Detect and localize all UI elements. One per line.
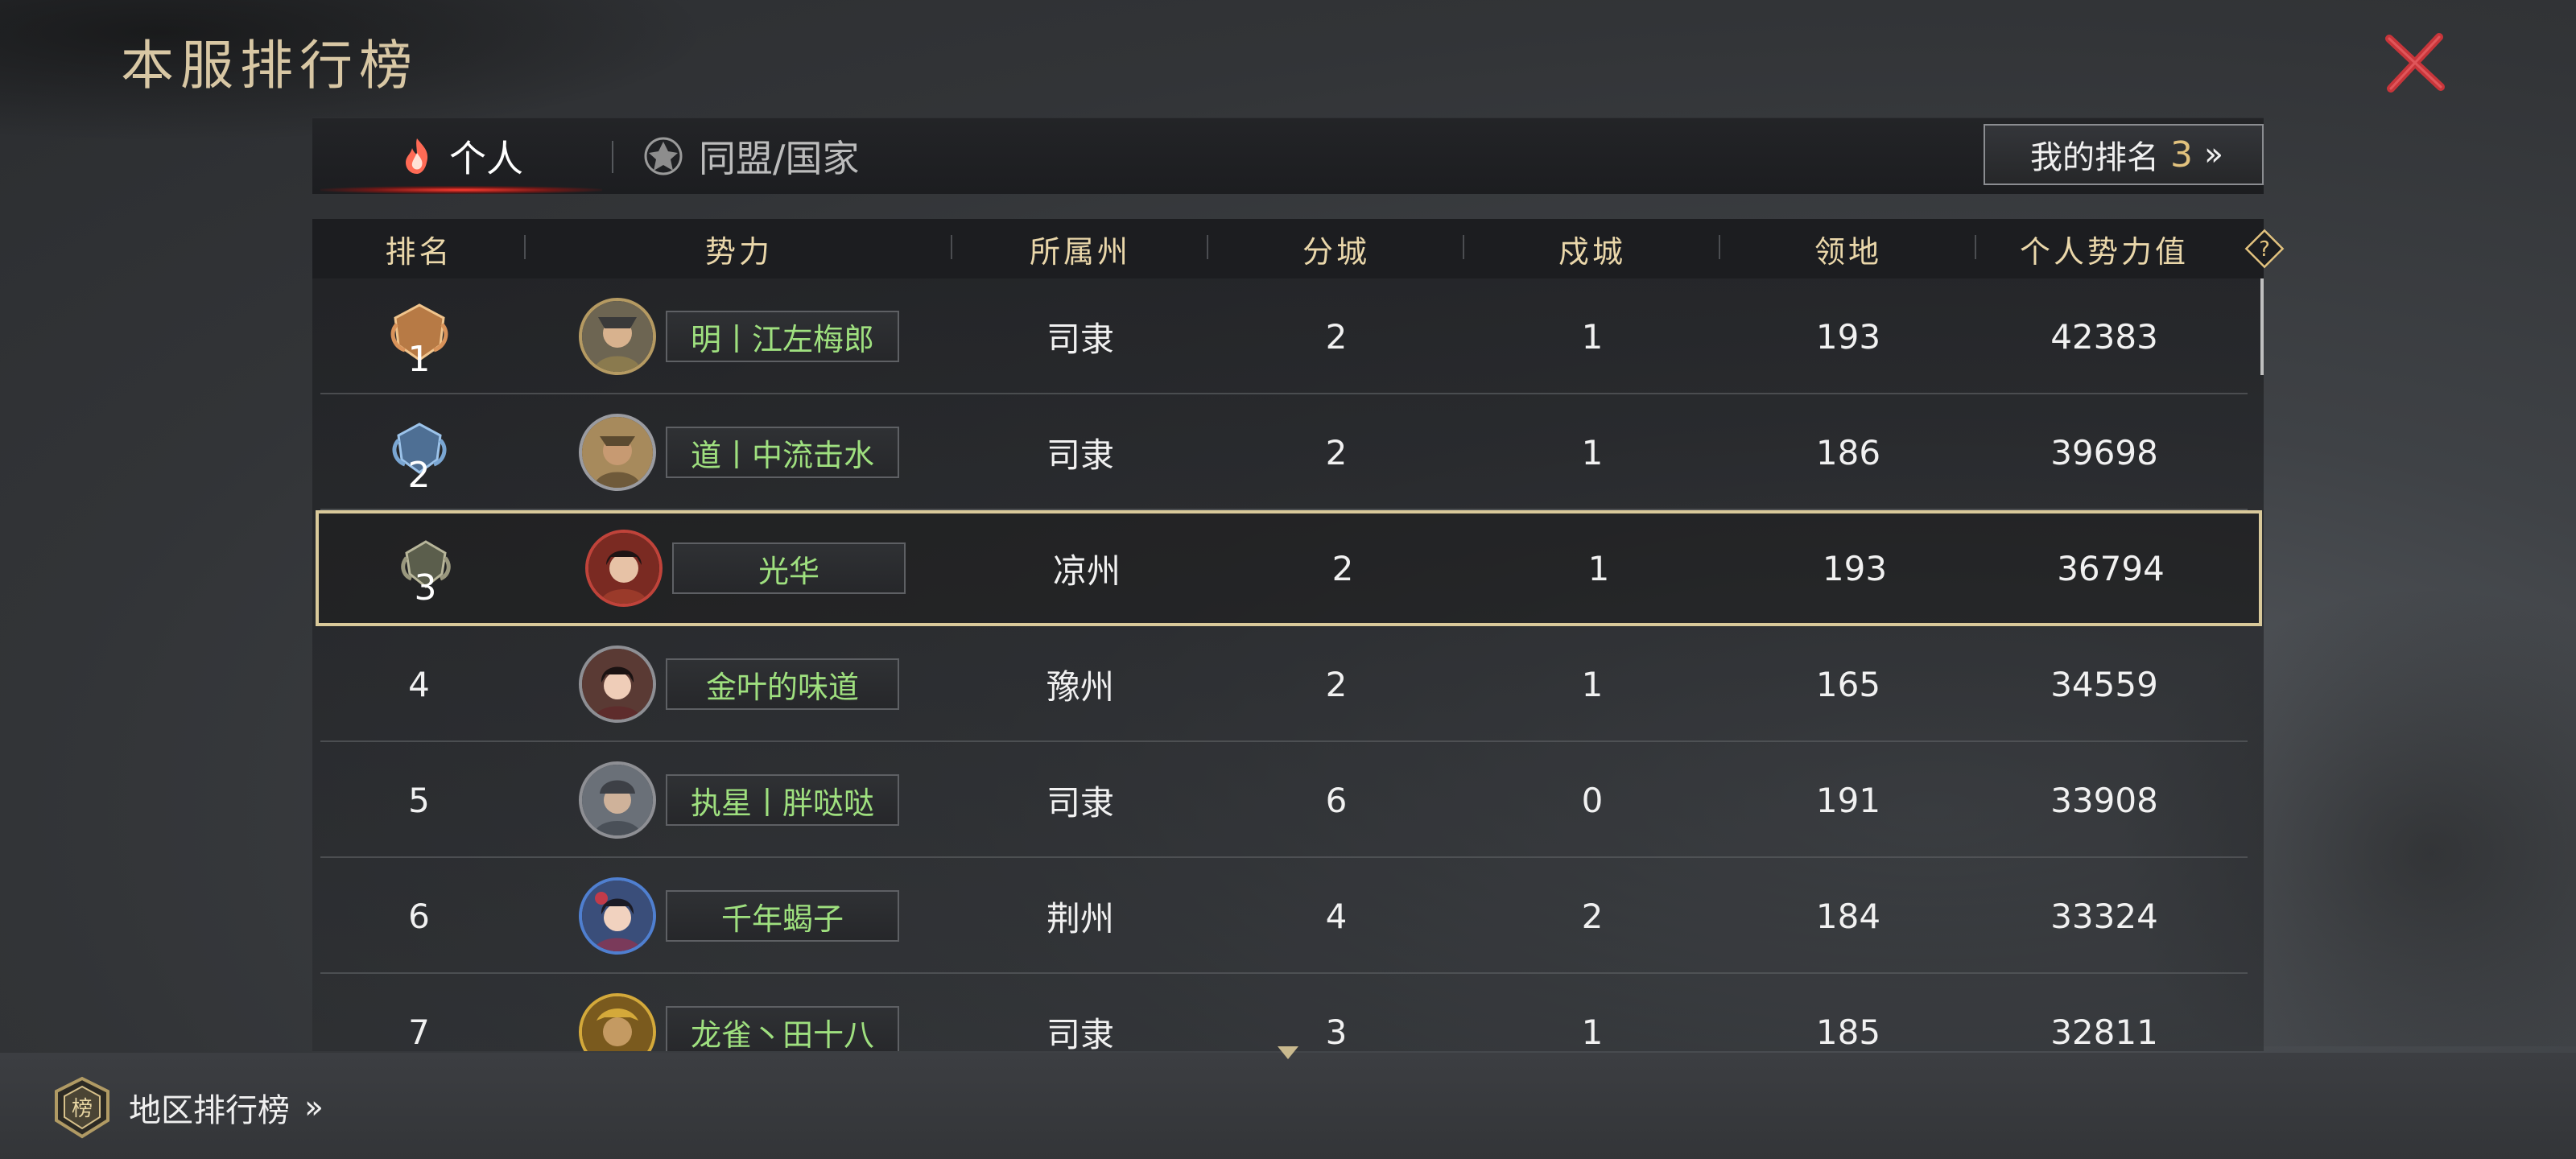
player-name[interactable]: 龙雀丶田十八 [666, 1006, 899, 1051]
column-header-branch-cities: 分城 [1208, 227, 1464, 271]
player-name[interactable]: 明丨江左梅郎 [666, 311, 899, 362]
territory-cell: 165 [1815, 664, 1881, 704]
branch-cities-cell: 4 [1325, 896, 1348, 936]
table-row[interactable]: 4 金叶的味道 豫州 2 1 165 34559 [312, 626, 2264, 742]
scroll-down-arrow-icon [1278, 1046, 1298, 1059]
scrollbar[interactable] [2260, 278, 2264, 375]
tab-personal[interactable]: 个人 [312, 118, 610, 194]
player-name[interactable]: 千年蝎子 [666, 890, 899, 942]
ranking-list[interactable]: 1 明丨江左梅郎 司隶 2 1 193 42383 2 道丨中流击水 司隶 2 [312, 278, 2264, 1051]
close-button[interactable] [2383, 31, 2447, 95]
column-header-rank: 排名 [312, 227, 526, 271]
tab-divider [612, 141, 613, 173]
bottom-bar [0, 1053, 2576, 1159]
power-cell: 33908 [2050, 780, 2158, 820]
column-header-state: 所属州 [952, 227, 1208, 271]
svg-text:榜: 榜 [72, 1097, 93, 1121]
state-cell: 豫州 [1046, 666, 1114, 707]
column-header-faction: 势力 [526, 227, 952, 271]
rank-number: 1 [407, 339, 431, 380]
tab-bar: 个人 同盟/国家 [312, 118, 2264, 194]
region-rank-badge-icon: 榜 [55, 1076, 109, 1139]
power-cell: 42383 [2050, 316, 2158, 357]
branch-cities-cell: 2 [1325, 432, 1348, 472]
my-rank-label: 我的排名 [2030, 139, 2159, 176]
my-rank-value: 3 [2170, 134, 2193, 175]
garrison-cell: 1 [1581, 432, 1604, 472]
garrison-cell: 1 [1581, 316, 1604, 357]
region-ranking-label: 地区排行榜 [129, 1092, 290, 1129]
branch-cities-cell: 2 [1325, 316, 1348, 357]
territory-cell: 184 [1815, 896, 1881, 936]
table-header: 排名 势力 所属州 分城 戍城 领地 个人势力值 [312, 219, 2264, 278]
rank-number: 4 [408, 664, 430, 704]
player-name[interactable]: 金叶的味道 [666, 658, 899, 710]
rank-number: 5 [408, 780, 430, 820]
power-cell: 36794 [2057, 548, 2165, 588]
svg-text:?: ? [2259, 237, 2270, 262]
avatar[interactable] [579, 645, 656, 723]
player-name[interactable]: 执星丨胖哒哒 [666, 774, 899, 826]
state-cell: 荆州 [1046, 898, 1114, 938]
tab-alliance-label: 同盟/国家 [699, 137, 860, 180]
rank-number: 7 [408, 1012, 430, 1052]
fire-icon [406, 138, 428, 174]
tab-alliance-nation[interactable]: 同盟/国家 [642, 118, 908, 194]
table-row[interactable]: 1 明丨江左梅郎 司隶 2 1 193 42383 [312, 278, 2264, 394]
power-cell: 34559 [2050, 664, 2158, 704]
table-row[interactable]: 6 千年蝎子 荆州 4 2 184 33324 [312, 858, 2264, 974]
avatar[interactable] [579, 761, 656, 839]
avatar[interactable] [585, 530, 663, 607]
column-header-power: 个人势力值 [2019, 233, 2189, 270]
avatar[interactable] [579, 993, 656, 1051]
alliance-emblem-icon [644, 137, 683, 175]
table-row[interactable]: 7 龙雀丶田十八 司隶 3 1 185 32811 [312, 974, 2264, 1051]
state-cell: 司隶 [1046, 435, 1114, 475]
garrison-cell: 1 [1581, 664, 1604, 704]
rank-number: 2 [407, 455, 431, 496]
avatar[interactable] [579, 877, 656, 955]
table-row[interactable]: 5 执星丨胖哒哒 司隶 6 0 191 33908 [312, 742, 2264, 858]
power-cell: 32811 [2050, 1012, 2158, 1052]
territory-cell: 186 [1815, 432, 1881, 472]
garrison-cell: 0 [1581, 780, 1604, 820]
my-rank-button[interactable]: 我的排名 3 ›› [1984, 124, 2264, 185]
page-title: 本服排行榜 [121, 35, 419, 97]
branch-cities-cell: 2 [1325, 664, 1348, 704]
player-name[interactable]: 道丨中流击水 [666, 427, 899, 478]
rank-number: 6 [408, 896, 430, 936]
branch-cities-cell: 3 [1325, 1012, 1348, 1052]
region-ranking-button[interactable]: 榜 地区排行榜 ›› [50, 1075, 324, 1140]
state-cell: 司隶 [1046, 319, 1114, 359]
rank-number: 3 [414, 567, 437, 608]
state-cell: 司隶 [1046, 782, 1114, 823]
power-cell: 39698 [2050, 432, 2158, 472]
double-chevron-right-icon: ›› [304, 1089, 324, 1126]
table-row[interactable]: 2 道丨中流击水 司隶 2 1 186 39698 [312, 394, 2264, 510]
column-header-garrison: 戍城 [1464, 227, 1720, 271]
garrison-cell: 2 [1581, 896, 1604, 936]
power-cell: 33324 [2050, 896, 2158, 936]
branch-cities-cell: 6 [1325, 780, 1348, 820]
territory-cell: 191 [1815, 780, 1881, 820]
column-header-territory: 领地 [1720, 227, 1976, 271]
state-cell: 凉州 [1052, 551, 1121, 591]
tab-active-indicator [320, 186, 602, 194]
player-name[interactable]: 光华 [672, 542, 906, 594]
close-icon [2385, 33, 2445, 93]
double-chevron-right-icon: ›› [2204, 136, 2223, 173]
territory-cell: 193 [1822, 548, 1888, 588]
garrison-cell: 1 [1581, 1012, 1604, 1052]
tab-personal-label: 个人 [449, 137, 523, 180]
table-row-current-player[interactable]: 3 光华 凉州 2 1 193 36794 [316, 510, 2262, 626]
state-cell: 司隶 [1046, 1014, 1114, 1052]
territory-cell: 185 [1815, 1012, 1881, 1052]
branch-cities-cell: 2 [1331, 548, 1354, 588]
garrison-cell: 1 [1587, 548, 1610, 588]
avatar[interactable] [579, 414, 656, 491]
help-icon[interactable]: ? [2244, 229, 2285, 269]
avatar[interactable] [579, 298, 656, 375]
territory-cell: 193 [1815, 316, 1881, 357]
